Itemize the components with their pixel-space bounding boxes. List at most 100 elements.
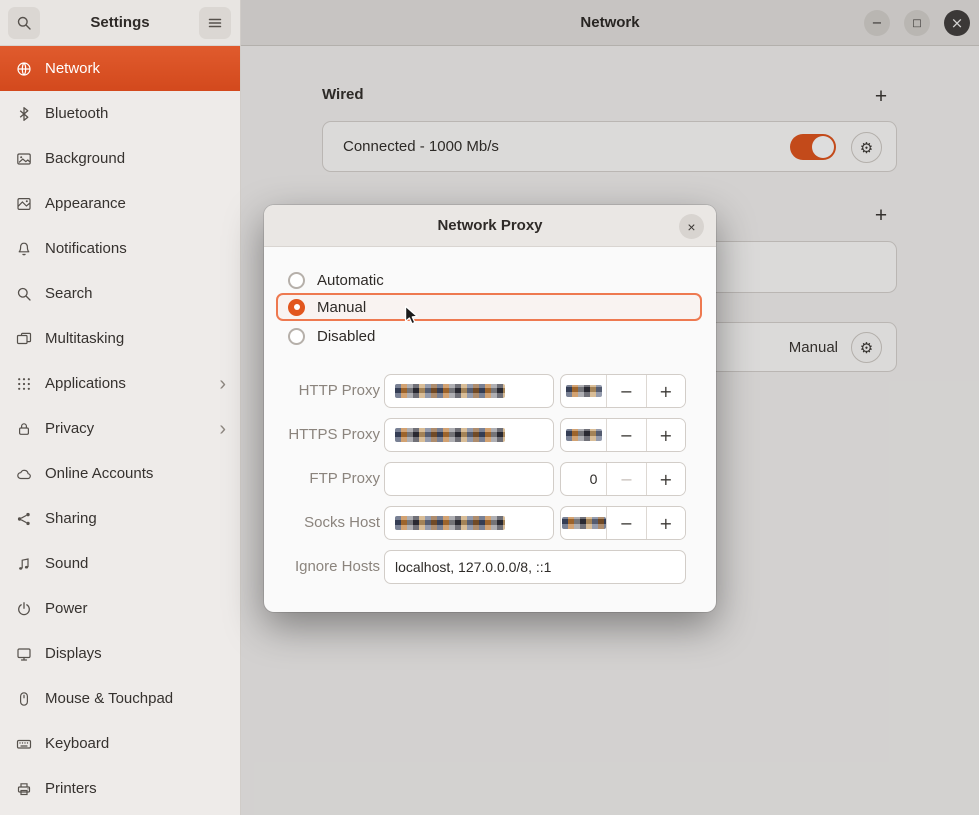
- ftp-proxy-row: FTP Proxy 0 − +: [264, 462, 716, 496]
- redacted-host-value: [395, 516, 505, 530]
- sidebar-item-label: Sharing: [45, 510, 97, 527]
- http-port-decrement-button[interactable]: −: [606, 375, 645, 407]
- socks-port-spinbutton: − +: [560, 506, 686, 540]
- proxy-option-automatic[interactable]: Automatic: [276, 266, 702, 294]
- menu-button[interactable]: [199, 7, 231, 39]
- radio-unselected-icon: [288, 272, 305, 289]
- dialog-titlebar: Network Proxy ×: [264, 205, 716, 247]
- power-icon: [16, 601, 32, 617]
- sidebar-item-label: Network: [45, 60, 100, 77]
- sidebar-item-label: Background: [45, 150, 125, 167]
- sidebar-item-applications[interactable]: Applications ›: [0, 361, 240, 406]
- radio-label: Disabled: [317, 328, 375, 345]
- chevron-right-icon: ›: [219, 374, 226, 394]
- hamburger-menu-icon: [207, 15, 223, 31]
- radio-unselected-icon: [288, 328, 305, 345]
- cloud-icon: [16, 466, 32, 482]
- ignore-hosts-input[interactable]: [384, 550, 686, 584]
- sidebar-item-notifications[interactable]: Notifications: [0, 226, 240, 271]
- http-proxy-label: HTTP Proxy: [264, 374, 380, 408]
- https-proxy-label: HTTPS Proxy: [264, 418, 380, 452]
- sidebar-item-label: Keyboard: [45, 735, 109, 752]
- redacted-port-value: [566, 429, 602, 441]
- sidebar-item-label: Notifications: [45, 240, 127, 257]
- https-proxy-port-value[interactable]: [561, 419, 606, 451]
- redacted-host-value: [395, 428, 505, 442]
- http-proxy-port-value[interactable]: [561, 375, 606, 407]
- redacted-port-value: [562, 517, 606, 529]
- sidebar: Settings Network Bluetooth Background: [0, 0, 241, 815]
- printer-icon: [16, 781, 32, 797]
- ftp-proxy-host-input[interactable]: [384, 462, 554, 496]
- http-proxy-host-input[interactable]: [384, 374, 554, 408]
- ftp-port-decrement-button[interactable]: −: [606, 463, 645, 495]
- settings-window: Settings Network Bluetooth Background: [0, 0, 979, 815]
- http-port-increment-button[interactable]: +: [646, 375, 685, 407]
- https-proxy-port-spinbutton: − +: [560, 418, 686, 452]
- sidebar-item-label: Printers: [45, 780, 97, 797]
- sidebar-item-sharing[interactable]: Sharing: [0, 496, 240, 541]
- network-proxy-dialog: Network Proxy × Automatic Manual Disable…: [264, 205, 716, 612]
- socks-port-value[interactable]: [561, 507, 606, 539]
- sidebar-item-multitasking[interactable]: Multitasking: [0, 316, 240, 361]
- socks-port-decrement-button[interactable]: −: [606, 507, 645, 539]
- dialog-title: Network Proxy: [264, 205, 716, 246]
- https-port-decrement-button[interactable]: −: [606, 419, 645, 451]
- sidebar-item-label: Multitasking: [45, 330, 124, 347]
- sidebar-item-privacy[interactable]: Privacy ›: [0, 406, 240, 451]
- ftp-proxy-port-spinbutton: 0 − +: [560, 462, 686, 496]
- proxy-option-disabled[interactable]: Disabled: [276, 322, 702, 350]
- sidebar-item-appearance[interactable]: Appearance: [0, 181, 240, 226]
- windows-icon: [16, 331, 32, 347]
- sidebar-item-power[interactable]: Power: [0, 586, 240, 631]
- ftp-port-increment-button[interactable]: +: [646, 463, 685, 495]
- socks-host-input[interactable]: [384, 506, 554, 540]
- sidebar-item-network[interactable]: Network: [0, 46, 240, 91]
- sidebar-item-label: Displays: [45, 645, 102, 662]
- sidebar-item-printers[interactable]: Printers: [0, 766, 240, 811]
- sidebar-item-sound[interactable]: Sound: [0, 541, 240, 586]
- ignore-hosts-row: Ignore Hosts: [264, 550, 716, 584]
- search-button[interactable]: [8, 7, 40, 39]
- socks-host-label: Socks Host: [264, 506, 380, 540]
- radio-label: Automatic: [317, 272, 384, 289]
- monitor-icon: [16, 646, 32, 662]
- redacted-host-value: [395, 384, 505, 398]
- sidebar-item-label: Sound: [45, 555, 88, 572]
- app-grid-icon: [16, 376, 32, 392]
- search-icon: [16, 15, 32, 31]
- sidebar-header: Settings: [0, 0, 240, 46]
- ftp-proxy-port-value[interactable]: 0: [561, 463, 606, 495]
- sidebar-item-label: Privacy: [45, 420, 94, 437]
- keyboard-icon: [16, 736, 32, 752]
- sidebar-list: Network Bluetooth Background Appearance …: [0, 46, 240, 811]
- network-icon: [16, 61, 32, 77]
- sidebar-item-label: Bluetooth: [45, 105, 108, 122]
- ftp-proxy-label: FTP Proxy: [264, 462, 380, 496]
- sidebar-item-label: Online Accounts: [45, 465, 153, 482]
- sidebar-item-search[interactable]: Search: [0, 271, 240, 316]
- appearance-icon: [16, 196, 32, 212]
- http-proxy-row: HTTP Proxy − +: [264, 374, 716, 408]
- sidebar-item-label: Appearance: [45, 195, 126, 212]
- sidebar-item-mouse-touchpad[interactable]: Mouse & Touchpad: [0, 676, 240, 721]
- https-port-increment-button[interactable]: +: [646, 419, 685, 451]
- https-proxy-host-input[interactable]: [384, 418, 554, 452]
- proxy-option-manual[interactable]: Manual: [276, 293, 702, 321]
- sidebar-item-online-accounts[interactable]: Online Accounts: [0, 451, 240, 496]
- radio-selected-icon: [288, 299, 305, 316]
- sidebar-item-keyboard[interactable]: Keyboard: [0, 721, 240, 766]
- ignore-hosts-label: Ignore Hosts: [264, 550, 380, 584]
- sidebar-item-label: Search: [45, 285, 93, 302]
- mouse-icon: [16, 691, 32, 707]
- sidebar-item-bluetooth[interactable]: Bluetooth: [0, 91, 240, 136]
- socks-port-increment-button[interactable]: +: [646, 507, 685, 539]
- bell-icon: [16, 241, 32, 257]
- sidebar-item-background[interactable]: Background: [0, 136, 240, 181]
- search-icon: [16, 286, 32, 302]
- dialog-close-button[interactable]: ×: [679, 214, 704, 239]
- share-icon: [16, 511, 32, 527]
- socks-host-row: Socks Host − +: [264, 506, 716, 540]
- sidebar-item-displays[interactable]: Displays: [0, 631, 240, 676]
- sidebar-item-label: Power: [45, 600, 88, 617]
